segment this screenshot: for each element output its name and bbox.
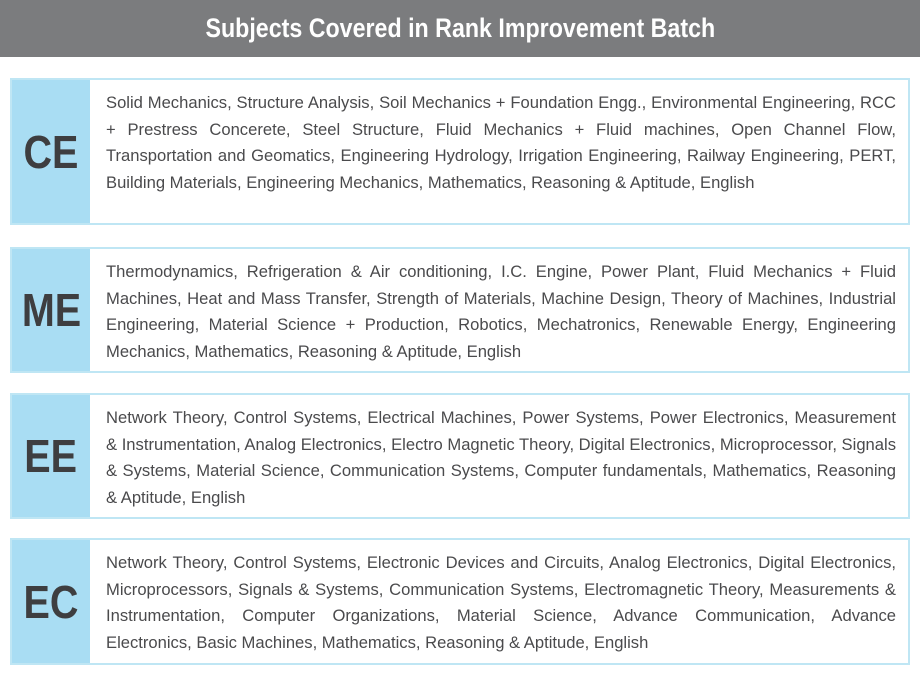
- branch-code-ee: EE: [24, 430, 78, 482]
- subjects-list-me: Thermodynamics, Refrigeration & Air cond…: [106, 262, 896, 361]
- branch-code-cell: CE: [12, 80, 90, 223]
- branch-code-cell: EE: [12, 395, 90, 517]
- branch-code-ce: CE: [23, 125, 79, 178]
- page-title: Subjects Covered in Rank Improvement Bat…: [205, 13, 715, 43]
- branch-code-me: ME: [21, 284, 81, 336]
- branch-code-cell: ME: [12, 249, 90, 371]
- branch-code-ec: EC: [23, 575, 79, 628]
- subjects-list-ec: Network Theory, Control Systems, Electro…: [106, 553, 896, 652]
- branch-code-cell: EC: [12, 540, 90, 663]
- subjects-list-ce: Solid Mechanics, Structure Analysis, Soi…: [106, 93, 896, 192]
- branch-card-me: ME Thermodynamics, Refrigeration & Air c…: [10, 247, 910, 373]
- branch-card-ee: EE Network Theory, Control Systems, Elec…: [10, 393, 910, 519]
- subjects-list-ee: Network Theory, Control Systems, Electri…: [106, 408, 896, 507]
- header-banner: Subjects Covered in Rank Improvement Bat…: [0, 0, 920, 57]
- branch-card-ec: EC Network Theory, Control Systems, Elec…: [10, 538, 910, 665]
- branch-card-ce: CE Solid Mechanics, Structure Analysis, …: [10, 78, 910, 225]
